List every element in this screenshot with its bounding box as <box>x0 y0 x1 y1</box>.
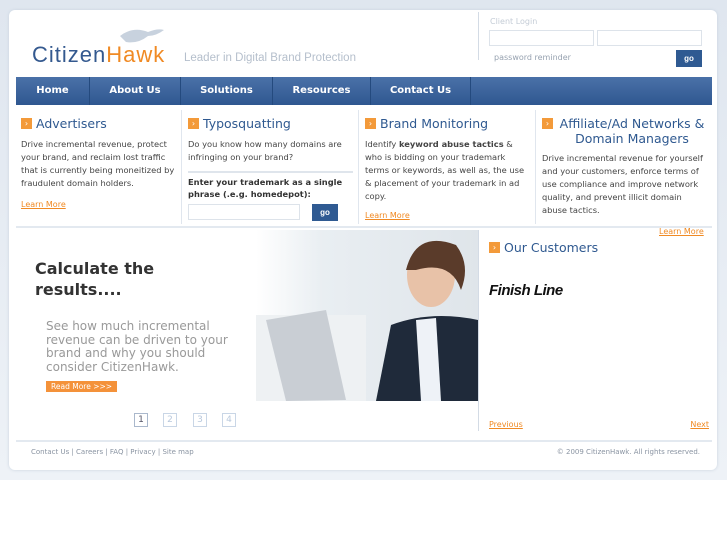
arrow-icon: › <box>489 242 500 253</box>
brand-monitoring-learn-more[interactable]: Learn More <box>365 211 410 220</box>
divider <box>16 226 712 228</box>
affiliate-text: Drive incremental revenue for yourself a… <box>542 153 703 215</box>
page-3[interactable]: 3 <box>193 413 207 427</box>
footer-divider <box>16 440 712 442</box>
woman-laptop-photo <box>256 230 478 401</box>
arrow-icon: › <box>188 118 199 129</box>
footer-careers[interactable]: Careers <box>76 448 103 456</box>
logo[interactable]: CitizenHawk <box>32 42 165 68</box>
read-more-button[interactable]: Read More >>> <box>46 381 118 392</box>
page-1[interactable]: 1 <box>134 413 148 427</box>
footer-links: Contact Us | Careers | FAQ | Privacy | S… <box>31 448 194 456</box>
nav-home[interactable]: Home <box>16 77 90 105</box>
arrow-icon: › <box>542 118 553 129</box>
main-nav: Home About Us Solutions Resources Contac… <box>16 77 712 105</box>
nav-solutions[interactable]: Solutions <box>181 77 273 105</box>
previous-link[interactable]: Previous <box>489 420 523 429</box>
trademark-input[interactable] <box>188 204 300 220</box>
trademark-prompt: Enter your trademark as a single phrase … <box>188 177 343 199</box>
hero-text: See how much incremental revenue can be … <box>46 319 228 374</box>
hero-banner: Calculate the results.... See how much i… <box>16 230 478 401</box>
footer-faq[interactable]: FAQ <box>110 448 124 456</box>
password-input[interactable] <box>597 30 702 46</box>
hero-title: Calculate the results.... <box>35 259 155 299</box>
page-4[interactable]: 4 <box>222 413 236 427</box>
nav-resources[interactable]: Resources <box>273 77 371 105</box>
tagline: Leader in Digital Brand Protection <box>184 52 356 64</box>
next-link[interactable]: Next <box>690 420 709 429</box>
copyright: © 2009 CitizenHawk. All rights reserved. <box>556 448 700 456</box>
advertisers-text: Drive incremental revenue, protect your … <box>21 139 175 188</box>
typosquatting-text: Do you know how many domains are infring… <box>188 138 353 173</box>
advertisers-learn-more[interactable]: Learn More <box>21 200 66 209</box>
affiliate-column: › Affiliate/Ad Networks & Domain Managers… <box>537 110 712 224</box>
client-login-label: Client Login <box>490 17 538 26</box>
brand-monitoring-title: Brand Monitoring <box>380 116 489 131</box>
trademark-go-button[interactable]: go <box>312 204 338 221</box>
page-2[interactable]: 2 <box>163 413 177 427</box>
footer-site-map[interactable]: Site map <box>162 448 193 456</box>
nav-contact-us[interactable]: Contact Us <box>371 77 471 105</box>
customers-panel: › Our Customers Finish Line Previous Next <box>478 230 712 431</box>
username-input[interactable] <box>489 30 594 46</box>
login-go-button[interactable]: go <box>676 50 702 67</box>
affiliate-title: Affiliate/Ad Networks & Domain Managers <box>559 116 705 146</box>
customers-title: Our Customers <box>504 240 599 255</box>
typosquatting-column: › Typosquatting Do you know how many doma… <box>183 110 359 224</box>
brand-monitoring-text: Identify keyword abuse tactics & who is … <box>365 139 525 201</box>
footer-contact-us[interactable]: Contact Us <box>31 448 69 456</box>
client-login: Client Login password reminder go <box>478 12 708 67</box>
typosquatting-title: Typosquatting <box>203 116 291 131</box>
woman-laptop-image <box>256 240 478 401</box>
arrow-icon: › <box>21 118 32 129</box>
finish-line-logo: Finish Line <box>489 282 563 299</box>
password-reminder-link[interactable]: password reminder <box>494 53 571 62</box>
advertisers-title: Advertisers <box>36 116 107 131</box>
advertisers-column: › Advertisers Drive incremental revenue, … <box>16 110 182 224</box>
nav-about-us[interactable]: About Us <box>90 77 181 105</box>
footer-privacy[interactable]: Privacy <box>130 448 155 456</box>
brand-monitoring-column: › Brand Monitoring Identify keyword abuse… <box>360 110 536 224</box>
arrow-icon: › <box>365 118 376 129</box>
